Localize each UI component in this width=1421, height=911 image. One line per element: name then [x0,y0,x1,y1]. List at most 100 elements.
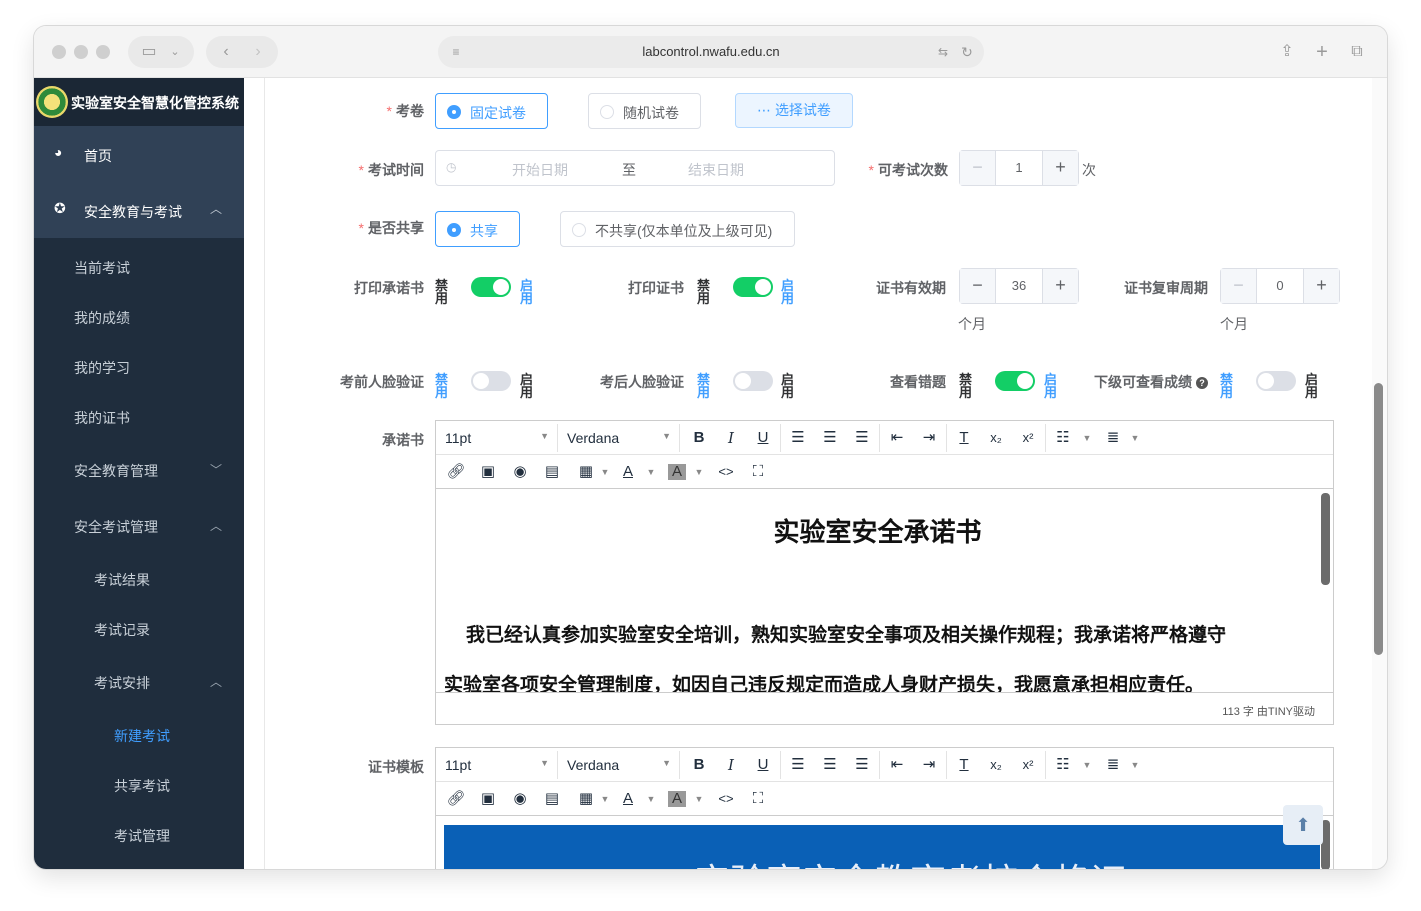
caret-down-icon[interactable]: ▼ [1074,426,1100,450]
outdent-icon[interactable]: ⇤ [884,753,910,777]
increment-button[interactable]: + [1303,269,1339,303]
link-icon[interactable]: 🔗︎ [443,787,469,811]
translate-icon[interactable]: ⇆ [932,36,954,68]
subscript-icon[interactable]: x₂ [983,753,1009,777]
new-tab-icon[interactable]: + [1309,36,1335,68]
sidebar-item-exam-results[interactable]: 考试结果 [94,570,244,590]
editor-scrollbar[interactable] [1321,493,1330,585]
background-color-icon[interactable]: A [668,464,686,480]
minimize-window-button[interactable] [74,45,88,59]
source-code-icon[interactable]: <> [713,787,739,811]
sub-view-scores-switch[interactable] [1256,371,1296,391]
fullscreen-icon[interactable]: ⛶ [745,460,771,484]
share-icon[interactable]: ⇪ [1274,36,1300,68]
face-before-switch[interactable] [471,371,511,391]
address-bar[interactable]: ≡ labcontrol.nwafu.edu.cn ⇆ ↻ [438,36,984,68]
fullscreen-icon[interactable]: ⛶ [745,787,771,811]
align-center-icon[interactable]: ☰ [817,426,843,450]
italic-icon[interactable]: I [718,753,744,777]
outdent-icon[interactable]: ⇤ [884,426,910,450]
tab-overview-icon[interactable]: ⧉ [1344,36,1370,68]
chevron-down-icon[interactable]: ⌄ [164,36,186,68]
sidebar-item-exam-records[interactable]: 考试记录 [94,620,244,640]
caret-down-icon[interactable]: ▼ [1074,753,1100,777]
clear-format-icon[interactable]: T [951,753,977,777]
back-to-top-button[interactable]: ⬆ [1283,805,1323,845]
print-cert-switch[interactable] [733,277,773,297]
increment-button[interactable]: + [1042,151,1078,185]
increment-button[interactable]: + [1042,269,1078,303]
sidebar-toggle-icon[interactable]: ▭ [136,36,162,68]
superscript-icon[interactable]: x² [1015,753,1041,777]
underline-icon[interactable]: U [750,426,776,450]
subscript-icon[interactable]: x₂ [983,426,1009,450]
sidebar-item-my-certificates[interactable]: 我的证书 [74,408,244,428]
superscript-icon[interactable]: x² [1015,426,1041,450]
media-icon[interactable]: ▤ [539,460,565,484]
font-family-select[interactable]: Verdana ▼ [558,751,680,779]
radio-not-share[interactable]: 不共享(仅本单位及上级可见) [560,211,795,247]
decrement-button[interactable]: − [960,269,996,303]
decrement-button[interactable]: − [960,151,996,185]
background-color-icon[interactable]: A [668,791,686,807]
attempts-stepper[interactable]: − 1 + [959,150,1079,186]
caret-down-icon[interactable]: ▼ [638,787,664,811]
indent-icon[interactable]: ⇥ [916,753,942,777]
cert-validity-stepper[interactable]: − 36 + [959,268,1079,304]
cert-validity-value[interactable]: 36 [996,278,1042,293]
preview-eye-icon[interactable]: ◉ [507,787,533,811]
forward-icon[interactable]: › [244,36,272,68]
sidebar-item-exam-schedule[interactable]: 考试安排 ︿ [94,673,244,693]
image-icon[interactable]: ▣ [475,460,501,484]
align-left-icon[interactable]: ☰ [785,426,811,450]
view-errors-switch[interactable] [995,371,1035,391]
bold-icon[interactable]: B [686,426,712,450]
sidebar-item-my-scores[interactable]: 我的成绩 [74,308,244,328]
font-family-select[interactable]: Verdana ▼ [558,424,680,452]
pledge-editor-content[interactable]: 实验室安全承诺书 我已经认真参加实验室安全培训，熟知实验室安全事项及相关操作规程… [436,490,1333,692]
font-size-select[interactable]: 11pt ▼ [436,424,558,452]
bullet-list-icon[interactable]: ☷ [1050,426,1076,450]
indent-icon[interactable]: ⇥ [916,426,942,450]
close-window-button[interactable] [52,45,66,59]
media-icon[interactable]: ▤ [539,787,565,811]
align-right-icon[interactable]: ☰ [849,426,875,450]
radio-random-paper[interactable]: 随机试卷 [588,93,701,129]
exam-time-range-picker[interactable]: ◷ 开始日期 至 结束日期 [435,150,835,186]
end-date-input[interactable]: 结束日期 [688,160,744,180]
print-pledge-switch[interactable] [471,277,511,297]
page-scrollbar[interactable] [1372,78,1387,869]
sidebar-item-current-exam[interactable]: 当前考试 [74,258,244,278]
preview-eye-icon[interactable]: ◉ [507,460,533,484]
caret-down-icon[interactable]: ▼ [1122,753,1148,777]
sidebar-item-shared-exams[interactable]: 共享考试 [114,776,244,796]
sidebar-item-home[interactable]: ◕ 首页 [34,126,244,182]
sidebar-item-exam-management[interactable]: 考试管理 [114,826,244,846]
sidebar-item-safety-exam-mgmt[interactable]: 安全考试管理 ︿ [74,517,244,537]
cert-review-stepper[interactable]: − 0 + [1220,268,1340,304]
caret-down-icon[interactable]: ▼ [686,460,712,484]
caret-down-icon[interactable]: ▼ [1122,426,1148,450]
bullet-list-icon[interactable]: ☷ [1050,753,1076,777]
zoom-window-button[interactable] [96,45,110,59]
bold-icon[interactable]: B [686,753,712,777]
source-code-icon[interactable]: <> [713,460,739,484]
reload-icon[interactable]: ↻ [956,36,978,68]
sidebar-item-my-study[interactable]: 我的学习 [74,358,244,378]
back-icon[interactable]: ‹ [212,36,240,68]
radio-share[interactable]: 共享 [435,211,520,247]
align-left-icon[interactable]: ☰ [785,753,811,777]
italic-icon[interactable]: I [718,426,744,450]
decrement-button[interactable]: − [1221,269,1257,303]
attempts-value[interactable]: 1 [996,160,1042,175]
align-right-icon[interactable]: ☰ [849,753,875,777]
link-icon[interactable]: 🔗︎ [443,460,469,484]
font-size-select[interactable]: 11pt ▼ [436,751,558,779]
cert-template-editor-content[interactable]: 实验室安全教育考核合格证 [436,817,1333,869]
image-icon[interactable]: ▣ [475,787,501,811]
caret-down-icon[interactable]: ▼ [638,460,664,484]
sidebar-item-safety-education-exam[interactable]: ✪ 安全教育与考试 ︿ [34,182,244,238]
help-icon[interactable]: ? [1196,377,1208,389]
page-scrollbar-thumb[interactable] [1374,383,1383,655]
caret-down-icon[interactable]: ▼ [686,787,712,811]
